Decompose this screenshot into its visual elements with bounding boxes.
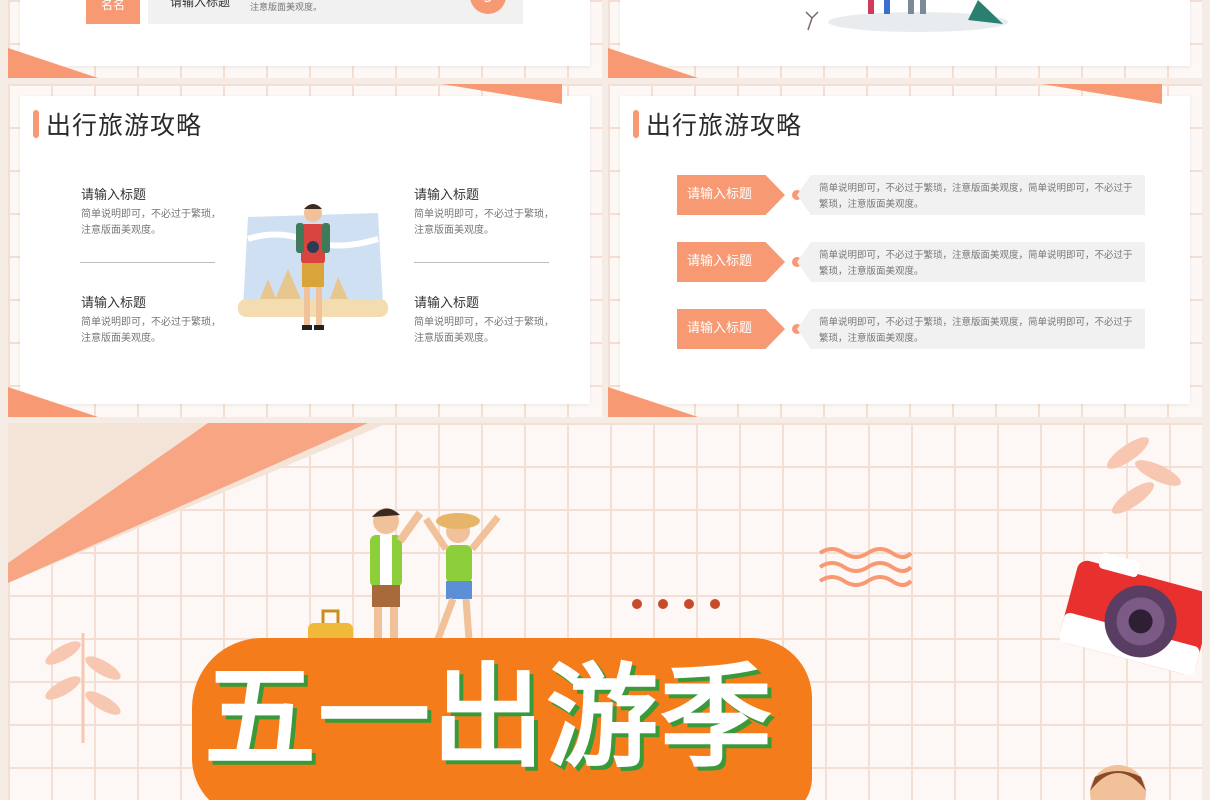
- slide-thumb-top-left[interactable]: 名名 请输入标题 注意版面美观度。 3: [8, 0, 602, 78]
- item-heading: 请输入标题: [414, 296, 480, 311]
- tag-label: 名名: [100, 0, 125, 12]
- slide-thumb-top-right[interactable]: [608, 0, 1202, 78]
- corner-accent-top: [1042, 84, 1162, 104]
- desc-strip: 请输入标题 注意版面美观度。: [148, 0, 523, 24]
- corner-accent: [608, 48, 698, 78]
- item-divider: [80, 262, 215, 263]
- title-marker: [633, 110, 639, 138]
- corner-accent-top: [442, 84, 562, 104]
- leaf-decor-right: [1107, 437, 1181, 514]
- item-body: 简单说明即可，不必过于繁琐，注意版面美观度。: [414, 317, 554, 344]
- corner-accent: [8, 387, 98, 417]
- slide-thumb-guide-illustrated[interactable]: 出行旅游攻略 请输入标题 简单说明即可，不必过于繁琐，注意版面美观度。 请输入标…: [8, 84, 602, 417]
- cover-title-art: 五一出游季: [192, 633, 812, 800]
- decor-dot: [710, 599, 720, 609]
- title-marker: [33, 110, 39, 138]
- item-body: 简单说明即可，不必过于繁琐，注意版面美观度。: [81, 209, 221, 236]
- item-body: 简单说明即可，不必过于繁琐，注意版面美观度。: [414, 209, 554, 236]
- leaf-decor-left: [45, 633, 121, 743]
- number-text: 3: [484, 0, 493, 6]
- cover-slide[interactable]: 五一出游季: [8, 423, 1202, 800]
- row-desc: 简单说明即可，不必过于繁琐，注意版面美观度，简单说明即可，不必过于繁琐，注意版面…: [797, 242, 1145, 282]
- item-heading: 请输入标题: [81, 188, 147, 203]
- body-text: 注意版面美观度。: [250, 3, 323, 13]
- corner-accent: [8, 48, 98, 78]
- row-desc: 简单说明即可，不必过于繁琐，注意版面美观度，简单说明即可，不必过于繁琐，注意版面…: [797, 175, 1145, 215]
- item-heading: 请输入标题: [81, 296, 147, 311]
- row-tag: 请输入标题: [677, 175, 785, 215]
- item-body: 简单说明即可，不必过于繁琐，注意版面美观度。: [81, 317, 221, 344]
- decor-dot: [658, 599, 668, 609]
- person-head-decor: [1090, 765, 1146, 800]
- decor-dot: [632, 599, 642, 609]
- hikers-illustration: [805, 0, 1008, 32]
- traveler-illustration: [238, 204, 388, 330]
- camera-icon: [1060, 552, 1202, 676]
- item-divider: [414, 262, 549, 263]
- slide-title: 出行旅游攻略: [46, 111, 203, 140]
- slide-title: 出行旅游攻略: [646, 111, 803, 140]
- decor-dot: [684, 599, 694, 609]
- corner-accent: [608, 387, 698, 417]
- item-heading: 请输入标题: [414, 188, 480, 203]
- row-tag: 请输入标题: [677, 309, 785, 349]
- tag-block: 名名: [86, 0, 140, 24]
- wave-decor: [818, 547, 913, 587]
- heading-text: 请输入标题: [170, 0, 231, 9]
- slide-thumb-guide-list[interactable]: 出行旅游攻略 请输入标题 简单说明即可，不必过于繁琐，注意版面美观度，简单说明即…: [608, 84, 1202, 417]
- row-desc: 简单说明即可，不必过于繁琐，注意版面美观度，简单说明即可，不必过于繁琐，注意版面…: [797, 309, 1145, 349]
- row-tag: 请输入标题: [677, 242, 785, 282]
- title-text: 五一出游季: [204, 653, 774, 783]
